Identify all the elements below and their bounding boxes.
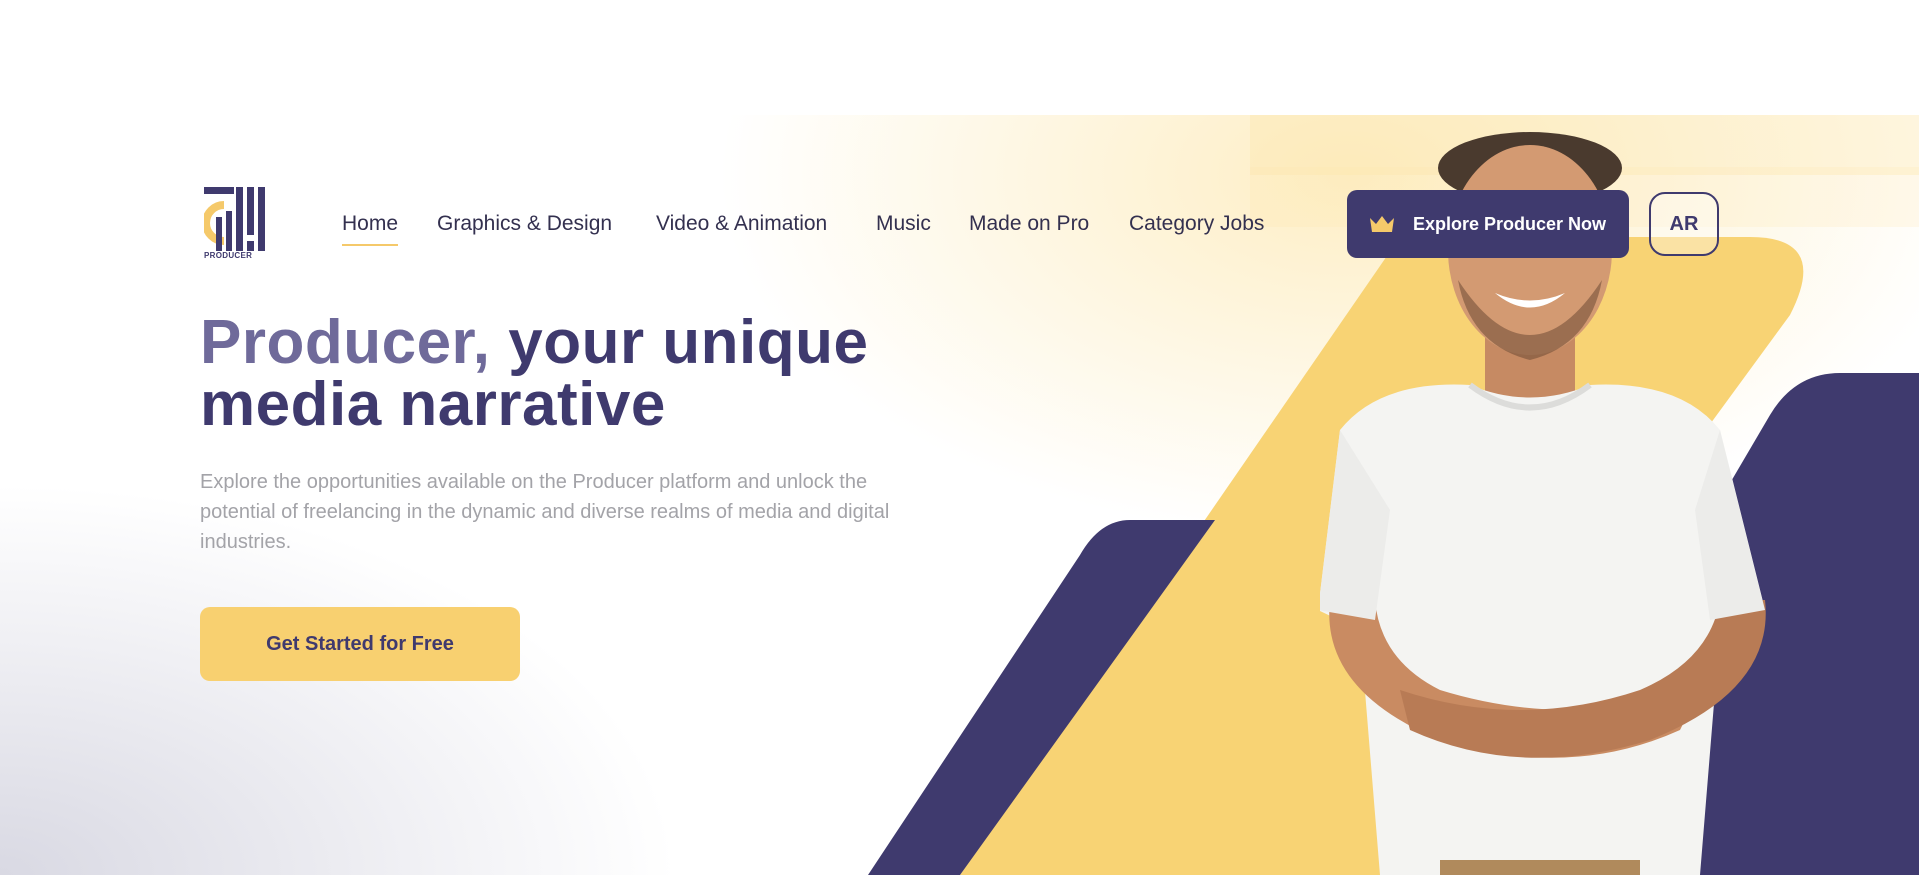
- explore-producer-button[interactable]: Explore Producer Now: [1347, 190, 1629, 258]
- headline-brand: Producer,: [200, 308, 491, 377]
- language-switch-button[interactable]: AR: [1649, 192, 1719, 256]
- nav-item-made-on-pro[interactable]: Made on Pro: [969, 212, 1089, 244]
- hero-headline: Producer, your unique media narrative: [200, 312, 1000, 436]
- explore-button-label: Explore Producer Now: [1413, 213, 1607, 234]
- logo-wordmark: PRODUCER: [204, 251, 253, 260]
- nav-item-graphics-design[interactable]: Graphics & Design: [437, 212, 612, 244]
- get-started-button[interactable]: Get Started for Free: [200, 607, 520, 681]
- nav-item-video-animation[interactable]: Video & Animation: [656, 212, 827, 244]
- nav-item-home[interactable]: Home: [342, 212, 399, 246]
- producer-logo-icon: [204, 187, 265, 251]
- nav-item-category-jobs[interactable]: Category Jobs: [1129, 212, 1264, 244]
- crown-icon: [1370, 216, 1394, 232]
- nav-item-music[interactable]: Music: [876, 212, 931, 244]
- hero-description: Explore the opportunities available on t…: [200, 471, 890, 553]
